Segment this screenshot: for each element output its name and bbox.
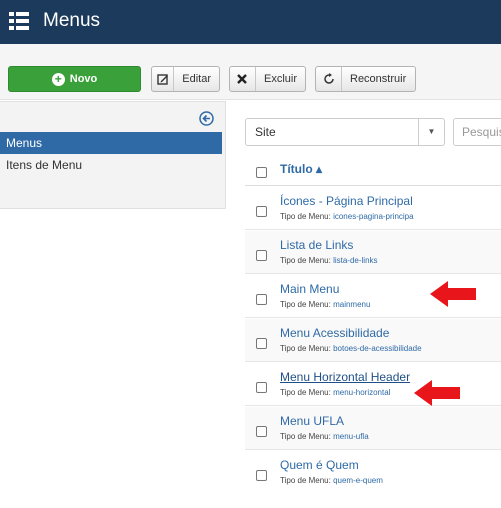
column-title-sort[interactable]: Título ▴ <box>280 162 322 176</box>
new-button-label: Novo <box>69 73 98 85</box>
menu-type: Tipo de Menu: botoes-de-acessibilidade <box>280 344 422 353</box>
site-filter-value: Site <box>255 125 276 139</box>
row-checkbox[interactable] <box>256 338 267 349</box>
refresh-icon <box>316 67 342 91</box>
row-checkbox[interactable] <box>256 382 267 393</box>
menu-type: Tipo de Menu: mainmenu <box>280 300 371 309</box>
table-header: Título ▴ <box>245 150 501 186</box>
table-row: Menu Acessibilidade Tipo de Menu: botoes… <box>245 319 501 362</box>
menu-type: Tipo de Menu: menu-ufla <box>280 432 369 441</box>
menu-type: Tipo de Menu: lista-de-links <box>280 256 378 265</box>
chevron-down-icon: ▼ <box>418 119 444 145</box>
rebuild-button-label: Reconstruir <box>350 73 407 85</box>
menu-title-link[interactable]: Main Menu <box>280 282 339 296</box>
collapse-sidebar-icon[interactable] <box>199 111 214 126</box>
row-checkbox[interactable] <box>256 206 267 217</box>
row-checkbox[interactable] <box>256 250 267 261</box>
list-menu-icon <box>9 12 29 30</box>
sidebar-item-menu-items[interactable]: Itens de Menu <box>0 154 222 176</box>
search-placeholder: Pesquisa <box>462 125 501 139</box>
menu-type: Tipo de Menu: icones-pagina-principa <box>280 212 414 221</box>
menu-title-link[interactable]: Menu Acessibilidade <box>280 326 389 340</box>
menu-title-link[interactable]: Menu Horizontal Header <box>280 370 410 384</box>
row-checkbox[interactable] <box>256 294 267 305</box>
delete-button-label: Excluir <box>263 73 297 85</box>
site-filter-select[interactable]: Site ▼ <box>245 118 445 146</box>
search-input[interactable]: Pesquisa <box>453 118 501 146</box>
arrow-left-icon <box>414 380 460 406</box>
select-all-checkbox[interactable] <box>256 167 267 178</box>
table-row: Ícones - Página Principal Tipo de Menu: … <box>245 187 501 230</box>
menu-title-link[interactable]: Quem é Quem <box>280 458 359 472</box>
arrow-left-icon <box>430 281 476 307</box>
edit-button[interactable]: Editar <box>151 66 220 92</box>
sidebar: Menus Itens de Menu <box>0 101 226 209</box>
toolbar: + Novo Editar Excluir Reconstruir <box>0 44 501 100</box>
table-row: Menu UFLA Tipo de Menu: menu-ufla <box>245 407 501 450</box>
sidebar-item-menus[interactable]: Menus <box>0 132 222 154</box>
table-row: Quem é Quem Tipo de Menu: quem-e-quem <box>245 451 501 508</box>
row-checkbox[interactable] <box>256 426 267 437</box>
menu-type: Tipo de Menu: menu-horizontal <box>280 388 391 397</box>
menu-title-link[interactable]: Lista de Links <box>280 238 353 252</box>
row-checkbox[interactable] <box>256 470 267 481</box>
new-button[interactable]: + Novo <box>8 66 141 92</box>
app-header: Menus <box>0 0 501 44</box>
page-title: Menus <box>43 10 101 31</box>
edit-icon <box>152 67 175 91</box>
menu-type: Tipo de Menu: quem-e-quem <box>280 476 383 485</box>
rebuild-button[interactable]: Reconstruir <box>315 66 416 92</box>
menu-title-link[interactable]: Menu UFLA <box>280 414 344 428</box>
close-icon <box>230 67 256 91</box>
edit-button-label: Editar <box>182 73 211 85</box>
plus-circle-icon: + <box>51 72 65 86</box>
table-row: Lista de Links Tipo de Menu: lista-de-li… <box>245 231 501 274</box>
delete-button[interactable]: Excluir <box>229 66 306 92</box>
table-row: Menu Horizontal Header Tipo de Menu: men… <box>245 363 501 406</box>
menu-title-link[interactable]: Ícones - Página Principal <box>280 194 413 208</box>
